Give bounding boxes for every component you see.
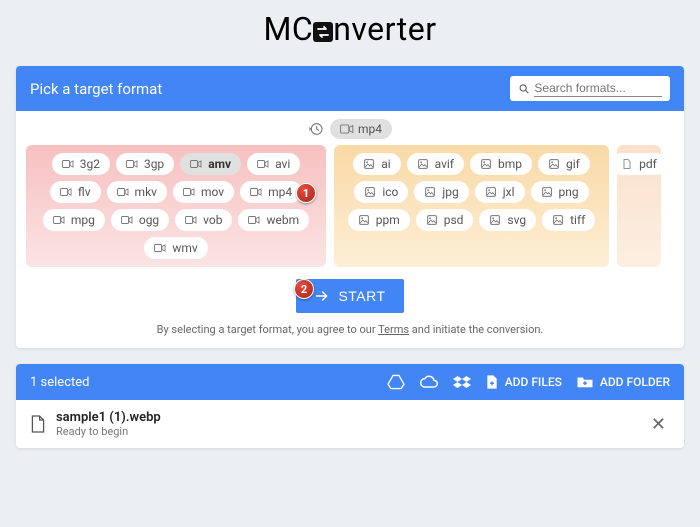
format-chip-avi[interactable]: avi bbox=[247, 153, 300, 175]
video-icon bbox=[190, 159, 204, 170]
format-chip-vob[interactable]: vob bbox=[175, 209, 232, 231]
format-chip-mp4[interactable]: mp4 bbox=[240, 181, 302, 203]
files-card: 1 selected ADD FILES ADD FOLDER sample1 … bbox=[16, 364, 684, 448]
search-input-wrap[interactable] bbox=[510, 76, 670, 101]
format-chip-mov[interactable]: mov bbox=[173, 181, 234, 203]
format-chip-amv[interactable]: amv bbox=[180, 153, 241, 175]
format-chip-jxl[interactable]: jxl bbox=[475, 181, 525, 203]
add-files-button[interactable]: ADD FILES bbox=[485, 374, 562, 390]
format-chip-png[interactable]: png bbox=[531, 181, 589, 203]
format-chip-gif[interactable]: gif bbox=[538, 153, 590, 175]
file-icon bbox=[30, 414, 46, 434]
format-chip-bmp[interactable]: bmp bbox=[470, 153, 532, 175]
video-icon bbox=[60, 187, 74, 198]
group-image: aiavifbmpgif icojpgjxlpng ppmpsdsvgtiff bbox=[334, 145, 609, 267]
search-input[interactable] bbox=[534, 80, 662, 97]
history-icon bbox=[308, 121, 324, 137]
folder-plus-icon bbox=[576, 375, 594, 389]
file-row: sample1 (1).webp Ready to begin ✕ bbox=[16, 400, 684, 448]
terms-link[interactable]: Terms bbox=[378, 323, 409, 336]
step-badge-2: 2 bbox=[294, 279, 314, 299]
files-header: 1 selected ADD FILES ADD FOLDER bbox=[16, 364, 684, 400]
image-icon bbox=[363, 159, 377, 170]
image-icon bbox=[480, 159, 494, 170]
card-header: Pick a target format bbox=[16, 66, 684, 111]
video-icon bbox=[248, 215, 262, 226]
group-doc: pdf bbox=[617, 145, 661, 267]
format-chip-mpg[interactable]: mpg bbox=[43, 209, 105, 231]
add-folder-button[interactable]: ADD FOLDER bbox=[576, 375, 670, 389]
image-icon bbox=[489, 215, 503, 226]
file-plus-icon bbox=[485, 374, 499, 390]
video-icon bbox=[126, 159, 140, 170]
terms-text: By selecting a target format, you agree … bbox=[16, 317, 684, 348]
file-status: Ready to begin bbox=[56, 425, 161, 438]
video-icon bbox=[53, 215, 67, 226]
dropbox-button[interactable] bbox=[453, 374, 471, 390]
format-chip-flv[interactable]: flv bbox=[50, 181, 101, 203]
format-groups: 3g2 3gp amvavi flvmkvmov mp4 mpgoggvobwebm wmv… bbox=[16, 145, 684, 273]
format-chip-3gp[interactable]: 3gp bbox=[116, 153, 174, 175]
start-row: 2 START bbox=[16, 273, 684, 317]
format-chip-wmv[interactable]: wmv bbox=[144, 237, 207, 259]
cloud-icon bbox=[419, 375, 439, 389]
image-icon bbox=[548, 159, 562, 170]
group-video: 3g2 3gp amvavi flvmkvmov mp4 mpgoggvobwebm wmv… bbox=[26, 145, 326, 267]
doc-icon bbox=[621, 159, 635, 170]
image-icon bbox=[424, 187, 438, 198]
recent-row: mp4 bbox=[16, 111, 684, 145]
selected-count: 1 selected bbox=[30, 375, 89, 390]
format-chip-avif[interactable]: avif bbox=[407, 153, 464, 175]
format-chip-mkv[interactable]: mkv bbox=[107, 181, 167, 203]
image-icon bbox=[426, 215, 440, 226]
app-logo: MCnverter bbox=[0, 0, 700, 66]
dropbox-icon bbox=[453, 374, 471, 390]
video-icon bbox=[154, 243, 168, 254]
file-meta: sample1 (1).webp Ready to begin bbox=[56, 410, 161, 438]
video-icon bbox=[62, 159, 76, 170]
format-chip-psd[interactable]: psd bbox=[416, 209, 474, 231]
video-icon bbox=[185, 215, 199, 226]
format-chip-ppm[interactable]: ppm bbox=[348, 209, 410, 231]
video-icon bbox=[257, 159, 271, 170]
image-icon bbox=[417, 159, 431, 170]
arrow-right-icon bbox=[314, 288, 330, 304]
image-icon bbox=[541, 187, 555, 198]
format-card: Pick a target format mp4 3g2 3gp amvavi flv… bbox=[16, 66, 684, 348]
format-chip-ico[interactable]: ico bbox=[354, 181, 408, 203]
cloud-button[interactable] bbox=[419, 375, 439, 389]
image-icon bbox=[364, 187, 378, 198]
video-icon bbox=[117, 187, 131, 198]
format-chip-jpg[interactable]: jpg bbox=[414, 181, 468, 203]
video-icon bbox=[340, 124, 354, 134]
format-chip-svg[interactable]: svg bbox=[479, 209, 536, 231]
search-icon bbox=[518, 82, 530, 96]
video-icon bbox=[183, 187, 197, 198]
image-icon bbox=[358, 215, 372, 226]
video-icon bbox=[121, 215, 135, 226]
format-chip-webm[interactable]: webm bbox=[238, 209, 309, 231]
format-chip-ogg[interactable]: ogg bbox=[111, 209, 169, 231]
image-icon bbox=[552, 215, 566, 226]
gdrive-button[interactable] bbox=[387, 374, 405, 390]
file-name: sample1 (1).webp bbox=[56, 410, 161, 425]
recent-chip[interactable]: mp4 bbox=[330, 119, 392, 139]
step-badge-1: 1 bbox=[296, 183, 316, 203]
format-chip-ai[interactable]: ai bbox=[353, 153, 400, 175]
video-icon bbox=[250, 187, 264, 198]
format-chip-3g2[interactable]: 3g2 bbox=[52, 153, 110, 175]
gdrive-icon bbox=[387, 374, 405, 390]
format-chip-pdf[interactable]: pdf bbox=[611, 153, 667, 175]
remove-file-button[interactable]: ✕ bbox=[647, 414, 670, 435]
image-icon bbox=[485, 187, 499, 198]
swap-icon bbox=[311, 20, 335, 44]
card-title: Pick a target format bbox=[30, 80, 162, 98]
format-chip-tiff[interactable]: tiff bbox=[542, 209, 595, 231]
